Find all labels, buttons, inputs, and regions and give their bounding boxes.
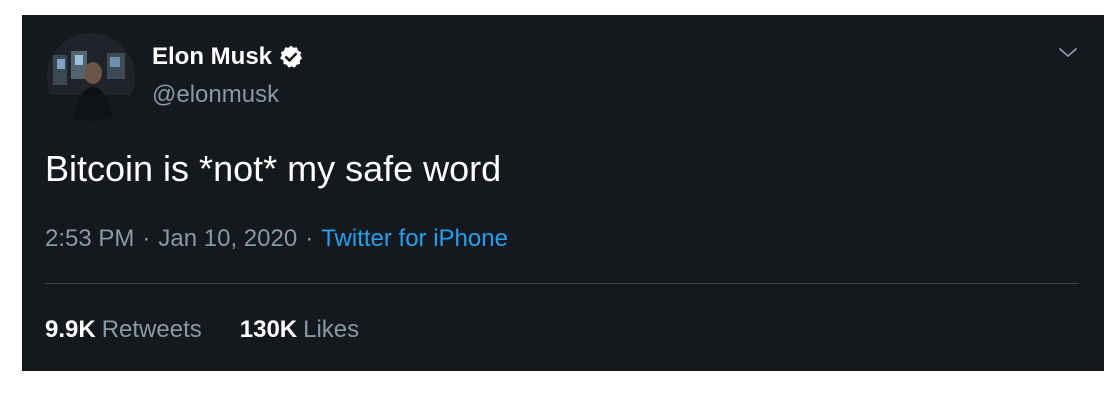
tweet-text: Bitcoin is *not* my safe word bbox=[45, 148, 502, 189]
tweet-stats: 9.9K Retweets 130K Likes bbox=[45, 316, 397, 344]
tweet-meta: 2:53 PM · Jan 10, 2020 · Twitter for iPhone bbox=[45, 225, 508, 253]
avatar[interactable] bbox=[47, 33, 135, 121]
chevron-down-icon[interactable] bbox=[1056, 41, 1080, 65]
tweet-date[interactable]: Jan 10, 2020 bbox=[158, 225, 297, 252]
tweet-card: Elon Musk @elonmusk Bitcoin is *not* my … bbox=[22, 15, 1104, 371]
likes-stat[interactable]: 130K Likes bbox=[240, 316, 359, 344]
retweets-count: 9.9K bbox=[45, 316, 96, 343]
meta-separator: · bbox=[142, 225, 151, 252]
divider bbox=[45, 283, 1079, 284]
likes-label: Likes bbox=[303, 316, 360, 343]
verified-badge-icon bbox=[278, 44, 304, 70]
author-display-name[interactable]: Elon Musk bbox=[152, 43, 272, 71]
author-name-row[interactable]: Elon Musk bbox=[152, 43, 304, 71]
author-handle[interactable]: @elonmusk bbox=[152, 81, 279, 109]
tweet-source-link[interactable]: Twitter for iPhone bbox=[321, 225, 508, 252]
meta-separator: · bbox=[305, 225, 314, 252]
retweets-stat[interactable]: 9.9K Retweets bbox=[45, 316, 202, 344]
tweet-time[interactable]: 2:53 PM bbox=[45, 225, 134, 252]
avatar-photo bbox=[47, 33, 135, 121]
likes-count: 130K bbox=[239, 316, 298, 343]
retweets-label: Retweets bbox=[101, 316, 202, 343]
